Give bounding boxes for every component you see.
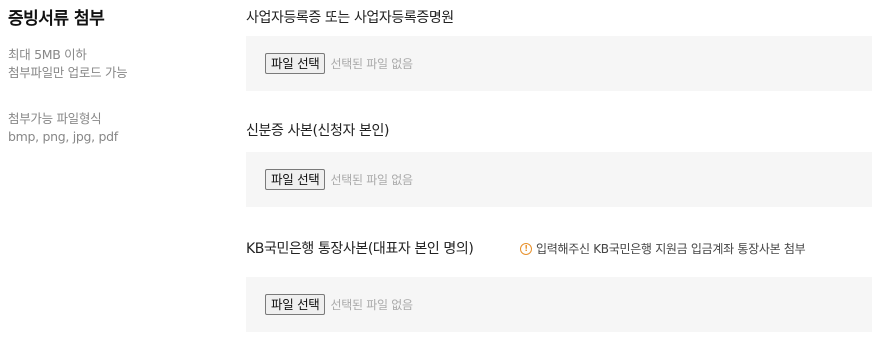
section-title: 증빙서류 첨부 [8, 9, 105, 29]
file-format-note: 첨부가능 파일형식 bmp, png, jpg, pdf [8, 110, 118, 146]
id-copy-label: 신분증 사본(신청자 본인) [246, 123, 390, 139]
business-registration-upload: 파일 선택 선택된 파일 없음 [246, 36, 872, 91]
business-registration-file-status: 선택된 파일 없음 [330, 57, 413, 71]
bankbook-hint: ! 입력해주신 KB국민은행 지원금 입금계좌 통장사본 첨부 [520, 240, 806, 257]
business-registration-label: 사업자등록증 또는 사업자등록증명원 [246, 10, 454, 26]
attachment-only-note: 첨부파일만 업로드 가능 [8, 65, 128, 80]
bankbook-copy-label: KB국민은행 통장사본(대표자 본인 명의) [246, 241, 474, 257]
document-attachment-section: 증빙서류 첨부 최대 5MB 이하 첨부파일만 업로드 가능 첨부가능 파일형식… [0, 0, 872, 343]
bankbook-copy-upload: 파일 선택 선택된 파일 없음 [246, 277, 872, 332]
id-copy-file-button[interactable]: 파일 선택 [265, 169, 326, 190]
id-copy-upload: 파일 선택 선택된 파일 없음 [246, 152, 872, 207]
file-size-limit: 최대 5MB 이하 [8, 47, 87, 62]
file-format-heading: 첨부가능 파일형식 [8, 111, 102, 126]
bankbook-copy-file-status: 선택된 파일 없음 [330, 298, 413, 312]
business-registration-file-button[interactable]: 파일 선택 [265, 53, 326, 74]
bankbook-hint-text: 입력해주신 KB국민은행 지원금 입금계좌 통장사본 첨부 [536, 242, 806, 256]
bankbook-copy-file-button[interactable]: 파일 선택 [265, 294, 326, 315]
id-copy-file-status: 선택된 파일 없음 [330, 173, 413, 187]
info-circle-icon: ! [520, 242, 532, 255]
file-size-note: 최대 5MB 이하 첨부파일만 업로드 가능 [8, 46, 128, 82]
file-format-list: bmp, png, jpg, pdf [8, 129, 118, 144]
